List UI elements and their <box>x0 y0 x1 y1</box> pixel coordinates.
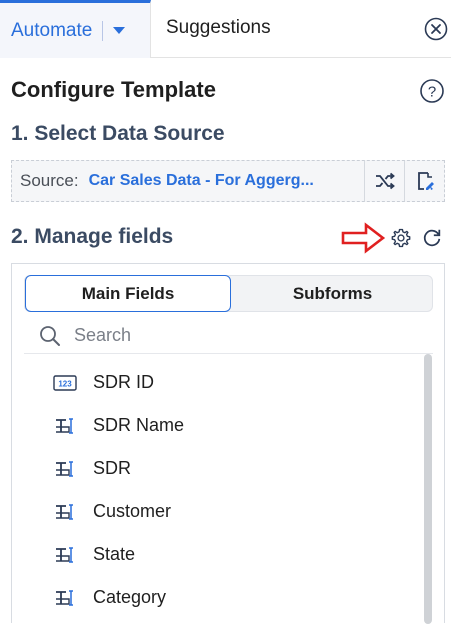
list-item[interactable]: Category <box>24 576 419 619</box>
text-field-icon <box>56 417 73 434</box>
tab-bar: Automate Suggestions <box>0 0 451 58</box>
text-field-icon <box>56 460 73 477</box>
field-name: SDR ID <box>93 372 155 392</box>
scrollbar[interactable] <box>424 354 432 624</box>
text-field-icon <box>56 546 73 563</box>
field-name: SDR Name <box>93 415 185 435</box>
field-name: SDR <box>93 458 132 478</box>
annotation-arrow-icon <box>341 222 386 254</box>
chevron-down-icon[interactable] <box>113 27 126 34</box>
tab-automate-label: Automate <box>11 19 93 41</box>
number-field-icon: 123 <box>53 374 77 391</box>
tab-main-fields[interactable]: Main Fields <box>25 275 231 312</box>
text-field-icon <box>56 503 73 520</box>
field-list: 123 SDR ID SDR Name SDR Customer State C… <box>24 361 419 619</box>
step-select-data-source: 1. Select Data Source <box>11 122 225 145</box>
step-manage-fields: 2. Manage fields <box>11 225 174 248</box>
list-item[interactable]: SDR <box>24 447 419 490</box>
close-icon[interactable] <box>424 17 448 41</box>
refresh-icon[interactable] <box>421 227 443 249</box>
edit-document-icon <box>417 172 434 190</box>
svg-text:123: 123 <box>58 379 72 388</box>
gear-icon[interactable] <box>390 227 412 249</box>
source-label: Source: <box>20 171 79 190</box>
field-name: Customer <box>93 501 172 521</box>
help-icon[interactable]: ? <box>419 78 445 104</box>
list-item[interactable]: SDR Name <box>24 404 419 447</box>
shuffle-button[interactable] <box>364 161 404 201</box>
search-icon <box>40 325 60 346</box>
tab-suggestions[interactable]: Suggestions <box>166 17 271 39</box>
source-value-link[interactable]: Car Sales Data - For Aggerg... <box>89 172 339 190</box>
data-source-row: Source: Car Sales Data - For Aggerg... <box>11 160 445 202</box>
field-name: Category <box>93 587 167 607</box>
edit-source-button[interactable] <box>404 161 444 201</box>
svg-text:?: ? <box>428 84 436 101</box>
fields-panel: Main Fields Subforms 123 SDR ID SDR Name <box>11 263 445 624</box>
tab-separator <box>102 20 104 41</box>
tab-automate[interactable]: Automate <box>0 0 151 58</box>
text-field-icon <box>56 589 73 606</box>
page-title: Configure Template <box>11 77 216 102</box>
field-type-toggle: Main Fields Subforms <box>24 275 433 312</box>
shuffle-icon <box>375 172 395 190</box>
search-input[interactable] <box>72 324 372 347</box>
field-name: State <box>93 544 136 564</box>
list-item[interactable]: State <box>24 533 419 576</box>
search-bar <box>24 318 433 354</box>
list-item[interactable]: Customer <box>24 490 419 533</box>
list-item[interactable]: 123 SDR ID <box>24 361 419 404</box>
tab-subforms[interactable]: Subforms <box>231 276 434 311</box>
